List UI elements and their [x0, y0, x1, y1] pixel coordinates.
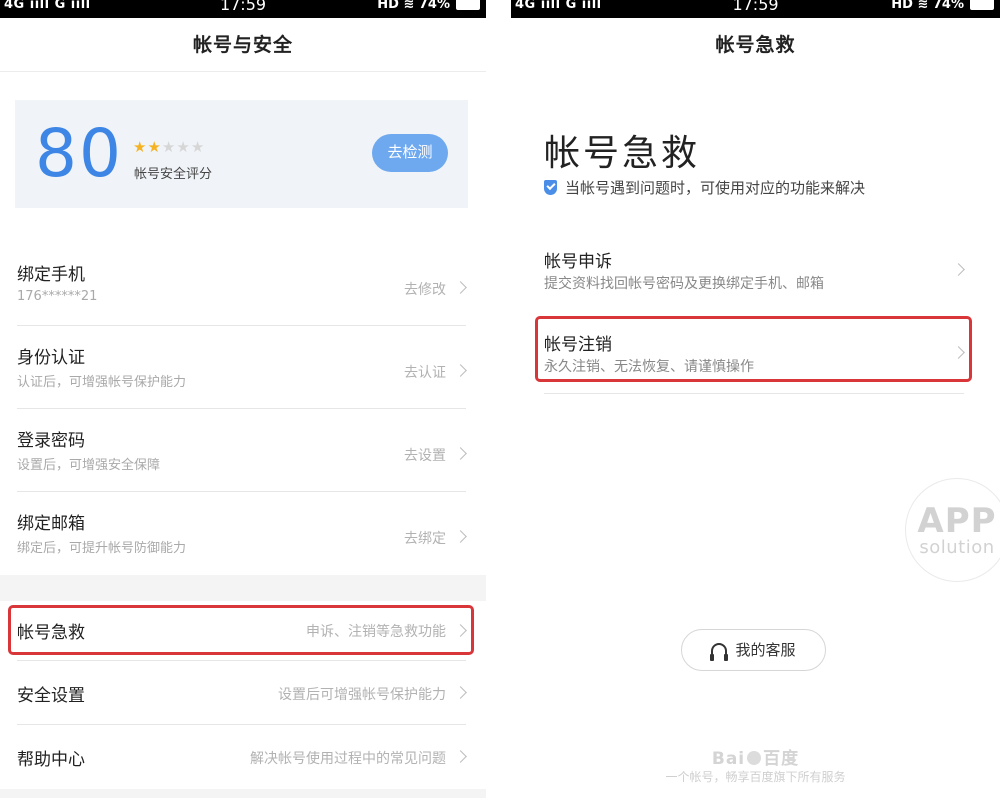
account-rescue-screen: 4G ııll G ııll 17:59 HD ≋ 74% 帐号急救 帐号急救 …	[511, 0, 1000, 798]
divider	[544, 393, 964, 394]
network-indicator: 4G ııll G ııll	[515, 0, 602, 12]
paw-icon	[747, 751, 762, 765]
headset-icon	[710, 643, 729, 661]
score-label: 帐号安全评分	[134, 167, 213, 182]
check-security-button[interactable]: 去检测	[372, 134, 448, 172]
highlight-box	[8, 605, 474, 655]
status-bar: 4G ııll G ııll 17:59 HD ≋ 74%	[511, 0, 1000, 18]
star-empty-icon: ★	[176, 138, 191, 156]
battery-icon	[970, 0, 994, 10]
item-action: 去绑定	[404, 531, 446, 547]
chevron-right-icon	[454, 281, 467, 294]
list-item-email[interactable]: 绑定邮箱 绑定后，可提升帐号防御能力 去绑定	[17, 492, 467, 575]
chevron-right-icon	[952, 263, 965, 276]
status-indicators: HD ≋ 74%	[891, 0, 964, 12]
item-title: 绑定手机	[17, 265, 85, 285]
rescue-heading: 帐号急救	[544, 133, 701, 174]
chevron-right-icon	[454, 447, 467, 460]
page-title: 帐号与安全	[192, 34, 293, 56]
screenshot-stage: 4G ııll G ııll 17:59 HD ≋ 74% 帐号与安全 80 ★…	[0, 0, 1000, 798]
item-title: 绑定邮箱	[17, 514, 85, 534]
customer-service-button[interactable]: 我的客服	[681, 629, 826, 671]
item-title: 安全设置	[17, 686, 85, 706]
item-title: 登录密码	[17, 431, 85, 451]
chevron-right-icon	[454, 686, 467, 699]
chevron-right-icon	[454, 750, 467, 763]
nav-bar: 帐号与安全	[0, 18, 486, 72]
highlight-box	[535, 316, 972, 382]
network-indicator: 4G ııll G ııll	[4, 0, 91, 12]
clock: 17:59	[219, 0, 267, 14]
star-empty-icon: ★	[190, 138, 206, 156]
security-score: 80	[35, 115, 123, 192]
list-item-password[interactable]: 登录密码 设置后，可增强安全保障 去设置	[17, 409, 467, 492]
account-security-screen: 4G ııll G ııll 17:59 HD ≋ 74% 帐号与安全 80 ★…	[0, 0, 486, 798]
baidu-logo: Bai 百度	[711, 749, 800, 769]
clock: 17:59	[732, 0, 779, 14]
item-subtitle: 提交资料找回帐号密码及更换绑定手机、邮箱	[544, 276, 824, 292]
item-action: 去修改	[404, 282, 446, 298]
list-item-help-center[interactable]: 帮助中心 解决帐号使用过程中的常见问题	[17, 725, 467, 789]
item-subtitle: 176******21	[17, 289, 98, 304]
item-action: 去认证	[404, 365, 446, 381]
shield-icon	[544, 180, 557, 195]
status-bar: 4G ııll G ııll 17:59 HD ≋ 74%	[0, 0, 486, 18]
battery-icon	[456, 0, 480, 10]
list-item-bind-phone[interactable]: 绑定手机 176******21 去修改	[17, 243, 467, 326]
status-indicators: HD ≋ 74%	[377, 0, 450, 12]
section-divider	[0, 575, 486, 601]
item-title: 身份认证	[17, 348, 85, 368]
nav-bar: 帐号急救	[511, 18, 1000, 72]
chevron-right-icon	[454, 364, 467, 377]
star-filled-icon: ★	[133, 138, 148, 156]
star-rating: ★★★★★	[133, 138, 205, 156]
chevron-right-icon	[454, 530, 467, 543]
item-title: 帐号申诉	[544, 252, 612, 272]
item-subtitle: 认证后，可增强帐号保护能力	[17, 375, 187, 390]
page-title: 帐号急救	[715, 34, 796, 56]
customer-service-label: 我的客服	[735, 641, 796, 659]
watermark: APP solution	[905, 478, 1000, 582]
security-score-card: 80 ★★★★★ 帐号安全评分 去检测	[15, 100, 468, 208]
item-title: 帮助中心	[17, 750, 85, 770]
item-action: 解决帐号使用过程中的常见问题	[250, 751, 446, 767]
rescue-tip: 当帐号遇到问题时，可使用对应的功能来解决	[565, 179, 866, 197]
list-item-account-appeal[interactable]: 帐号申诉 提交资料找回帐号密码及更换绑定手机、邮箱	[544, 233, 965, 301]
list-item-identity[interactable]: 身份认证 认证后，可增强帐号保护能力 去认证	[17, 326, 467, 409]
item-subtitle: 绑定后，可提升帐号防御能力	[17, 541, 187, 556]
item-subtitle: 设置后，可增强安全保障	[17, 458, 161, 473]
item-action: 去设置	[404, 448, 446, 464]
baidu-slogan: 一个帐号，畅享百度旗下所有服务	[665, 770, 846, 784]
bottom-band	[0, 789, 486, 798]
star-empty-icon: ★	[161, 138, 177, 156]
item-action: 设置后可增强帐号保护能力	[278, 687, 446, 703]
star-filled-icon: ★	[147, 138, 162, 156]
list-item-security-settings[interactable]: 安全设置 设置后可增强帐号保护能力	[17, 661, 467, 725]
